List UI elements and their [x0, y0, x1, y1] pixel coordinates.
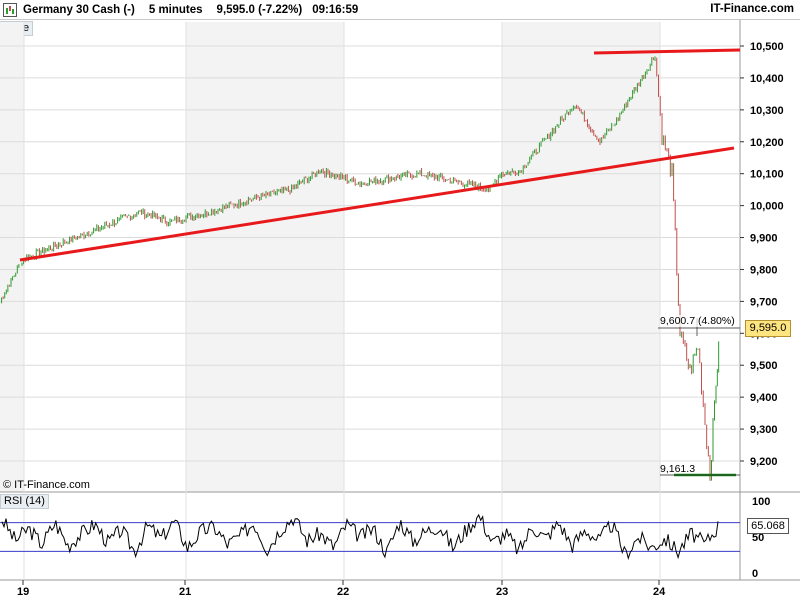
day-shade	[502, 22, 660, 492]
y-tick-label: 10,500	[750, 41, 784, 53]
y-tick-label: 9,200	[750, 456, 778, 468]
last-price-tag: 9,595.0	[745, 320, 791, 337]
rsi-tick-label: 100	[752, 496, 770, 508]
y-tick-label: 10,300	[750, 105, 784, 117]
y-tick-label: 9,400	[750, 392, 778, 404]
y-tick-label: 10,000	[750, 201, 784, 213]
y-tick-label: 9,300	[750, 424, 778, 436]
y-tick-label: 10,100	[750, 169, 784, 181]
y-tick-label: 10,400	[750, 73, 784, 85]
crosshair-price-label: 9,600.7 (4.80%)	[660, 315, 735, 327]
day-shade	[186, 22, 344, 492]
rsi-panel-label: RSI (14)	[0, 494, 49, 509]
price-y-axis: 9,2009,3009,4009,5009,6009,7009,8009,900…	[740, 41, 784, 468]
x-tick-label: 22	[337, 586, 349, 598]
y-tick-label: 9,500	[750, 360, 778, 372]
y-tick-label: 9,800	[750, 264, 778, 276]
y-tick-label: 9,900	[750, 233, 778, 245]
rsi-value-tag: 65.068	[747, 518, 789, 534]
y-tick-label: 9,700	[750, 296, 778, 308]
x-tick-label: 19	[17, 586, 29, 598]
x-tick-label: 21	[179, 586, 191, 598]
low-price-label: 9,161.3	[660, 463, 696, 475]
day-shade	[0, 22, 24, 492]
rsi-tick-label: 0	[752, 568, 758, 580]
y-tick-label: 10,200	[750, 137, 784, 149]
x-tick-label: 23	[496, 586, 508, 598]
watermark: © IT-Finance.com	[3, 479, 90, 491]
time-x-axis: 19 21 22 23 24	[17, 580, 666, 598]
x-tick-label: 24	[653, 586, 666, 598]
rsi-panel: 050100	[0, 496, 770, 580]
price-chart: 9,2009,3009,4009,5009,6009,7009,8009,900…	[0, 20, 800, 598]
